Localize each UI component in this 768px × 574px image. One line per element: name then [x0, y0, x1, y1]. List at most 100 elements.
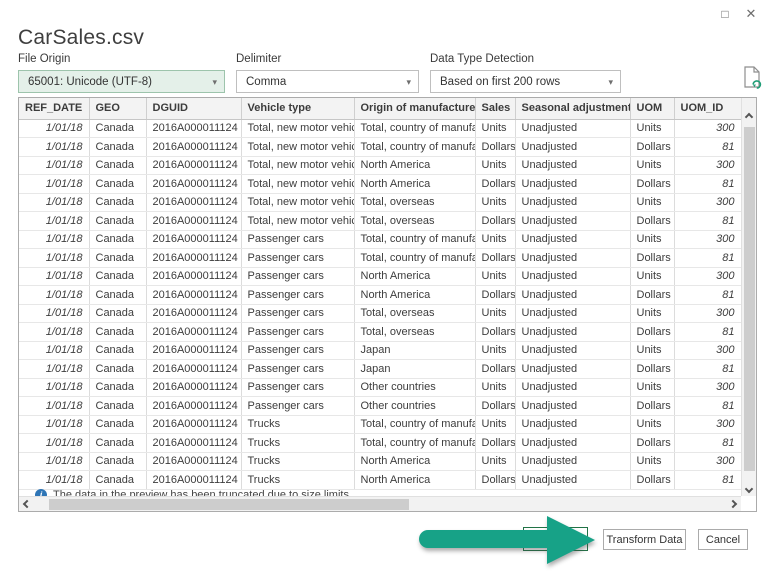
cell: 2016A000011124	[146, 359, 242, 379]
cell: 1/01/18	[19, 193, 90, 212]
table-row: 1/01/18 Canada 2016A000011124 Total, new mo…	[19, 137, 742, 157]
cell: Canada	[89, 396, 147, 416]
close-window-icon[interactable]: ✕	[742, 5, 760, 23]
cell: Unadjusted	[515, 359, 631, 379]
cell: 300	[674, 304, 742, 323]
cell: 1/01/18	[19, 174, 90, 194]
cell: Total, country of manufacture	[354, 248, 476, 268]
cell: 81	[674, 359, 742, 379]
cell: Dollars	[475, 174, 516, 194]
data-type-detection-label: Data Type Detection	[430, 53, 534, 65]
cell: Dollars	[475, 285, 516, 305]
cell: Units	[630, 119, 675, 138]
column-header: Vehicle type	[241, 98, 355, 120]
cell: Passenger cars	[241, 304, 355, 323]
chevron-down-icon: ▾	[212, 77, 217, 87]
cell: 2016A000011124	[146, 415, 242, 434]
cell: Total, overseas	[354, 193, 476, 212]
cell: Unadjusted	[515, 433, 631, 453]
column-header: REF_DATE	[19, 98, 90, 120]
refresh-preview-icon[interactable]	[742, 66, 762, 90]
data-type-detection-value: Based on first 200 rows	[440, 75, 561, 88]
cell: North America	[354, 156, 476, 175]
cell: Trucks	[241, 433, 355, 453]
horizontal-scrollbar[interactable]	[19, 496, 741, 511]
cell: Other countries	[354, 378, 476, 397]
vertical-scrollbar[interactable]	[741, 98, 756, 496]
data-type-detection-dropdown[interactable]: Based on first 200 rows ▾	[430, 70, 621, 93]
cell: Unadjusted	[515, 156, 631, 175]
cell: 81	[674, 322, 742, 342]
delimiter-dropdown[interactable]: Comma ▾	[236, 70, 419, 93]
vertical-scrollbar-thumb[interactable]	[744, 127, 755, 471]
cell: Unadjusted	[515, 267, 631, 286]
cell: 81	[674, 211, 742, 231]
table-row: 1/01/18 Canada 2016A000011124 Trucks Total, …	[19, 433, 742, 453]
cell: Unadjusted	[515, 304, 631, 323]
cell: Total, new motor vehicles	[241, 174, 355, 194]
cell: Canada	[89, 304, 147, 323]
table-row: 1/01/18 Canada 2016A000011124 Passenger car…	[19, 230, 742, 249]
cell: Unadjusted	[515, 193, 631, 212]
cancel-button[interactable]: Cancel	[698, 529, 748, 550]
cell: Canada	[89, 248, 147, 268]
table-row: 1/01/18 Canada 2016A000011124 Passenger car…	[19, 304, 742, 323]
cell: Units	[630, 156, 675, 175]
cell: Unadjusted	[515, 470, 631, 490]
cell: Units	[475, 341, 516, 360]
scroll-right-icon[interactable]	[728, 499, 738, 509]
table-row: 1/01/18 Canada 2016A000011124 Passenger car…	[19, 378, 742, 397]
cell: 1/01/18	[19, 230, 90, 249]
cell: Canada	[89, 285, 147, 305]
cell: 2016A000011124	[146, 378, 242, 397]
cell: 2016A000011124	[146, 341, 242, 360]
cell: Total, country of manufacture	[354, 415, 476, 434]
table-body: 1/01/18 Canada 2016A000011124 Total, new mo…	[19, 119, 742, 490]
scroll-up-icon[interactable]	[744, 112, 754, 122]
table-row: 1/01/18 Canada 2016A000011124 Passenger car…	[19, 267, 742, 286]
cell: 1/01/18	[19, 137, 90, 157]
cell: Dollars	[475, 322, 516, 342]
cell: Unadjusted	[515, 322, 631, 342]
cell: Units	[630, 304, 675, 323]
transform-data-button[interactable]: Transform Data	[603, 529, 686, 550]
cell: 2016A000011124	[146, 211, 242, 231]
cell: Passenger cars	[241, 230, 355, 249]
maximize-window-icon[interactable]: □	[716, 5, 734, 23]
cell: Units	[475, 452, 516, 471]
cell: Dollars	[630, 322, 675, 342]
horizontal-scrollbar-thumb[interactable]	[49, 499, 409, 510]
cell: Unadjusted	[515, 415, 631, 434]
column-header: UOM	[630, 98, 675, 120]
delimiter-label: Delimiter	[236, 53, 282, 65]
cell: 300	[674, 193, 742, 212]
cell: 2016A000011124	[146, 174, 242, 194]
cell: Canada	[89, 174, 147, 194]
cell: Units	[630, 193, 675, 212]
cell: Passenger cars	[241, 359, 355, 379]
cell: Dollars	[475, 248, 516, 268]
cell: Units	[475, 230, 516, 249]
cell: Units	[475, 156, 516, 175]
cell: North America	[354, 452, 476, 471]
cell: Units	[630, 378, 675, 397]
cell: 81	[674, 396, 742, 416]
file-origin-dropdown[interactable]: 65001: Unicode (UTF-8) ▾	[18, 70, 225, 93]
cell: Dollars	[630, 433, 675, 453]
scroll-down-icon[interactable]	[744, 484, 754, 494]
cell: 1/01/18	[19, 248, 90, 268]
cell: Units	[475, 267, 516, 286]
chevron-down-icon: ▾	[608, 77, 613, 87]
column-header: DGUID	[146, 98, 242, 120]
table-row: 1/01/18 Canada 2016A000011124 Passenger car…	[19, 248, 742, 268]
table-row: 1/01/18 Canada 2016A000011124 Passenger car…	[19, 285, 742, 305]
scroll-left-icon[interactable]	[22, 499, 32, 509]
cell: 1/01/18	[19, 452, 90, 471]
cell: Canada	[89, 415, 147, 434]
cell: 300	[674, 119, 742, 138]
cell: 1/01/18	[19, 396, 90, 416]
cell: 81	[674, 137, 742, 157]
cell: Passenger cars	[241, 378, 355, 397]
cell: 1/01/18	[19, 359, 90, 379]
cell: 300	[674, 230, 742, 249]
